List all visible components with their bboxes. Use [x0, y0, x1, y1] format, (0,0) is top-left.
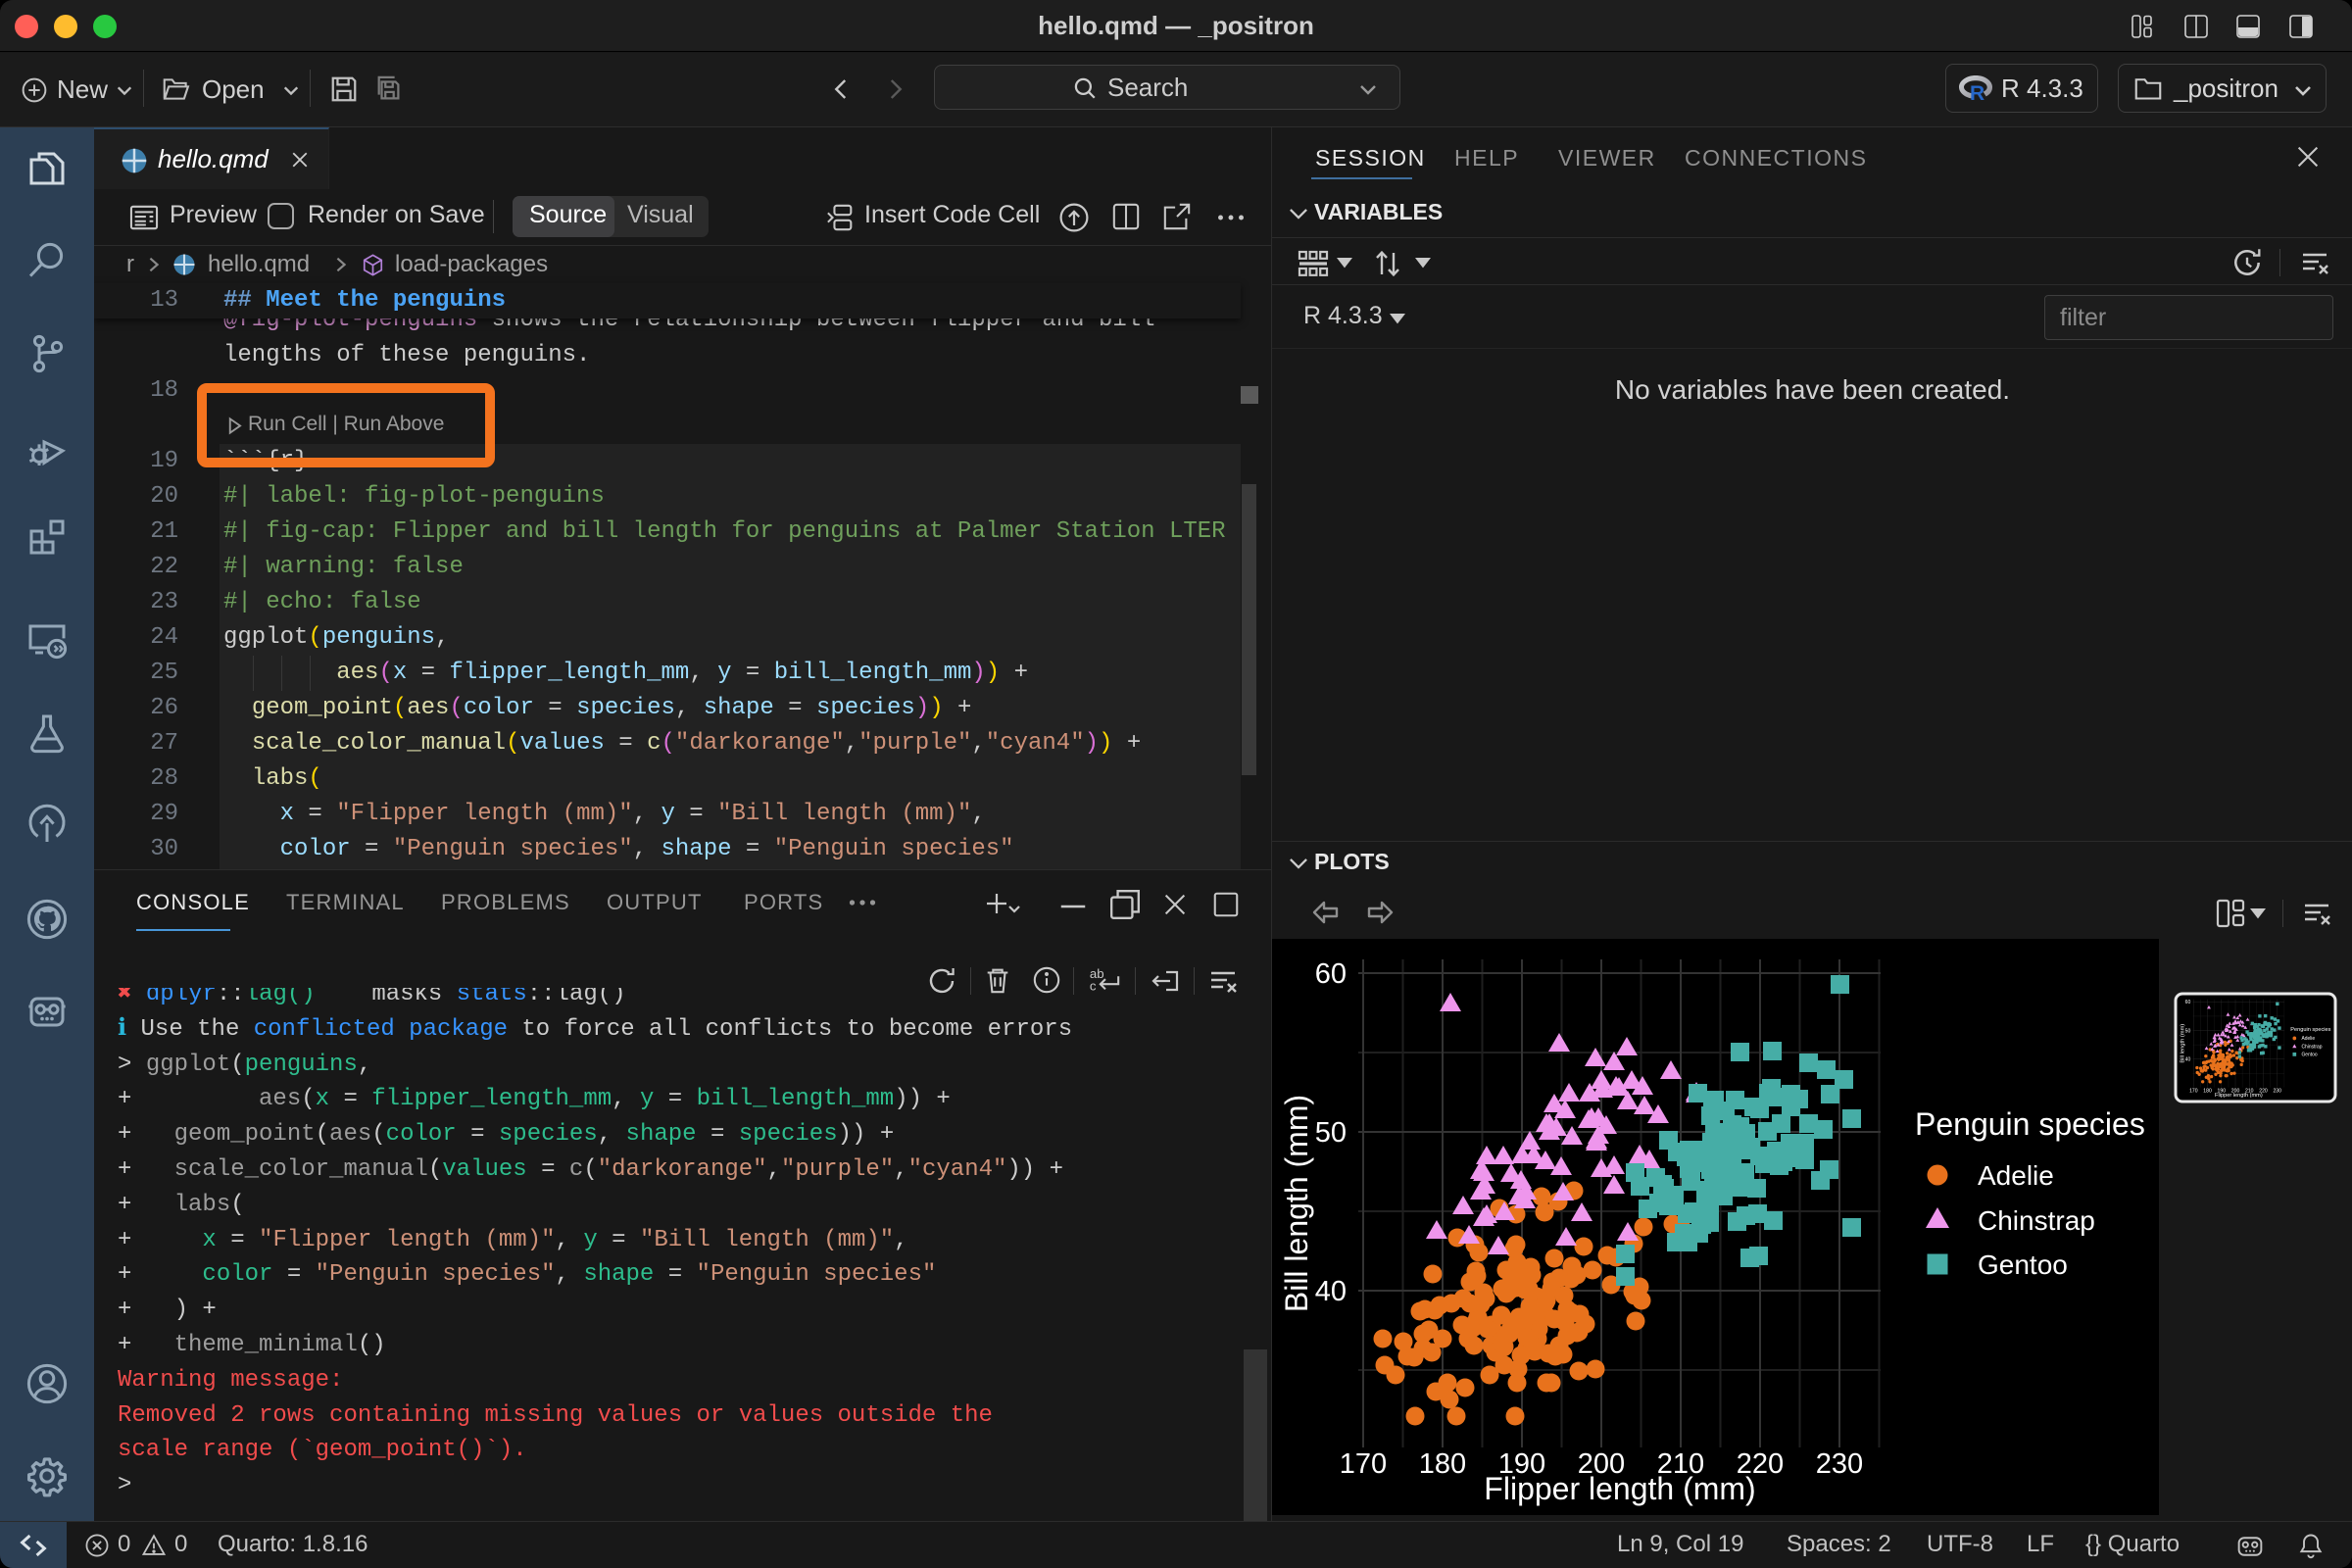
- svg-text:R: R: [1970, 82, 1984, 103]
